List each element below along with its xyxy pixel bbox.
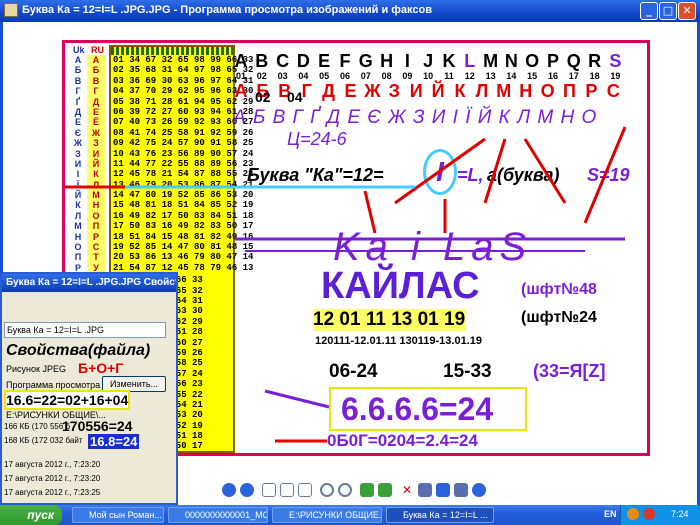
maximize-button[interactable]: □ <box>659 2 677 20</box>
best-fit-icon[interactable] <box>262 483 276 497</box>
app-icon <box>4 3 18 17</box>
next-image-icon[interactable] <box>240 483 254 497</box>
actual-size-icon[interactable] <box>280 483 294 497</box>
bog-label: Б+О+Г <box>78 360 124 376</box>
date-created: 17 августа 2012 г., 7:23:20 <box>4 460 101 469</box>
system-tray: 7:24 <box>620 505 700 525</box>
prev-image-icon[interactable] <box>222 483 236 497</box>
close-button[interactable]: ✕ <box>678 2 696 20</box>
viewer-toolbar: ✕ <box>222 483 486 501</box>
num-170556: 170556=24 <box>62 418 133 434</box>
minimize-button[interactable]: _ <box>640 2 658 20</box>
title-bar: Буква Ка = 12=I=L .JPG.JPG - Программа п… <box>0 0 700 22</box>
rotate-cw-icon[interactable] <box>360 483 374 497</box>
print-icon[interactable] <box>418 483 432 497</box>
delete-icon[interactable]: ✕ <box>400 483 414 497</box>
taskbar: пуск Мой сын Роман... 0000000000001_МО..… <box>0 505 700 525</box>
clock: 7:24 <box>671 509 689 519</box>
properties-dialog: Буква Ка = 12=I=L .JPG.JPG Свойства Букв… <box>0 272 178 505</box>
taskbar-item-1[interactable]: Мой сын Роман... <box>72 507 164 523</box>
help-icon[interactable] <box>472 483 486 497</box>
language-indicator[interactable]: EN <box>604 509 617 519</box>
num-168: 16.8=24 <box>88 434 140 449</box>
file-type: Рисунок JPEG <box>6 364 66 374</box>
tray-icon-2[interactable] <box>643 508 655 520</box>
edit-icon[interactable] <box>454 483 468 497</box>
taskbar-item-4[interactable]: Буква Ка = 12=I=L ... <box>386 507 494 523</box>
tray-icon-1[interactable] <box>627 508 639 520</box>
opens-with: Программа просмотра <box>6 380 101 390</box>
start-button[interactable]: пуск <box>0 505 62 525</box>
date-modified: 17 августа 2012 г., 7:23:20 <box>4 474 101 483</box>
dialog-title: Буква Ка = 12=I=L .JPG.JPG Свойства <box>2 274 176 292</box>
save-icon[interactable] <box>436 483 450 497</box>
rotate-ccw-icon[interactable] <box>378 483 392 497</box>
zoom-in-icon[interactable] <box>320 483 334 497</box>
size-on-disk: 168 КБ (172 032 байт <box>4 436 83 445</box>
equation-166: 16.6=22=02+16+04 <box>4 390 131 410</box>
size-label: 166 КБ (170 556 б <box>4 422 71 431</box>
zoom-out-icon[interactable] <box>338 483 352 497</box>
props-label: Свойства(файла) <box>6 342 151 359</box>
file-name-field[interactable]: Буква Ка = 12=I=L .JPG <box>4 322 166 338</box>
date-accessed: 17 августа 2012 г., 7:23:25 <box>4 488 101 497</box>
slideshow-icon[interactable] <box>298 483 312 497</box>
taskbar-item-2[interactable]: 0000000000001_МО... <box>168 507 268 523</box>
taskbar-item-3[interactable]: E:\РИСУНКИ ОБЩИЕ... <box>272 507 382 523</box>
window-title: Буква Ка = 12=I=L .JPG.JPG - Программа п… <box>22 4 432 16</box>
